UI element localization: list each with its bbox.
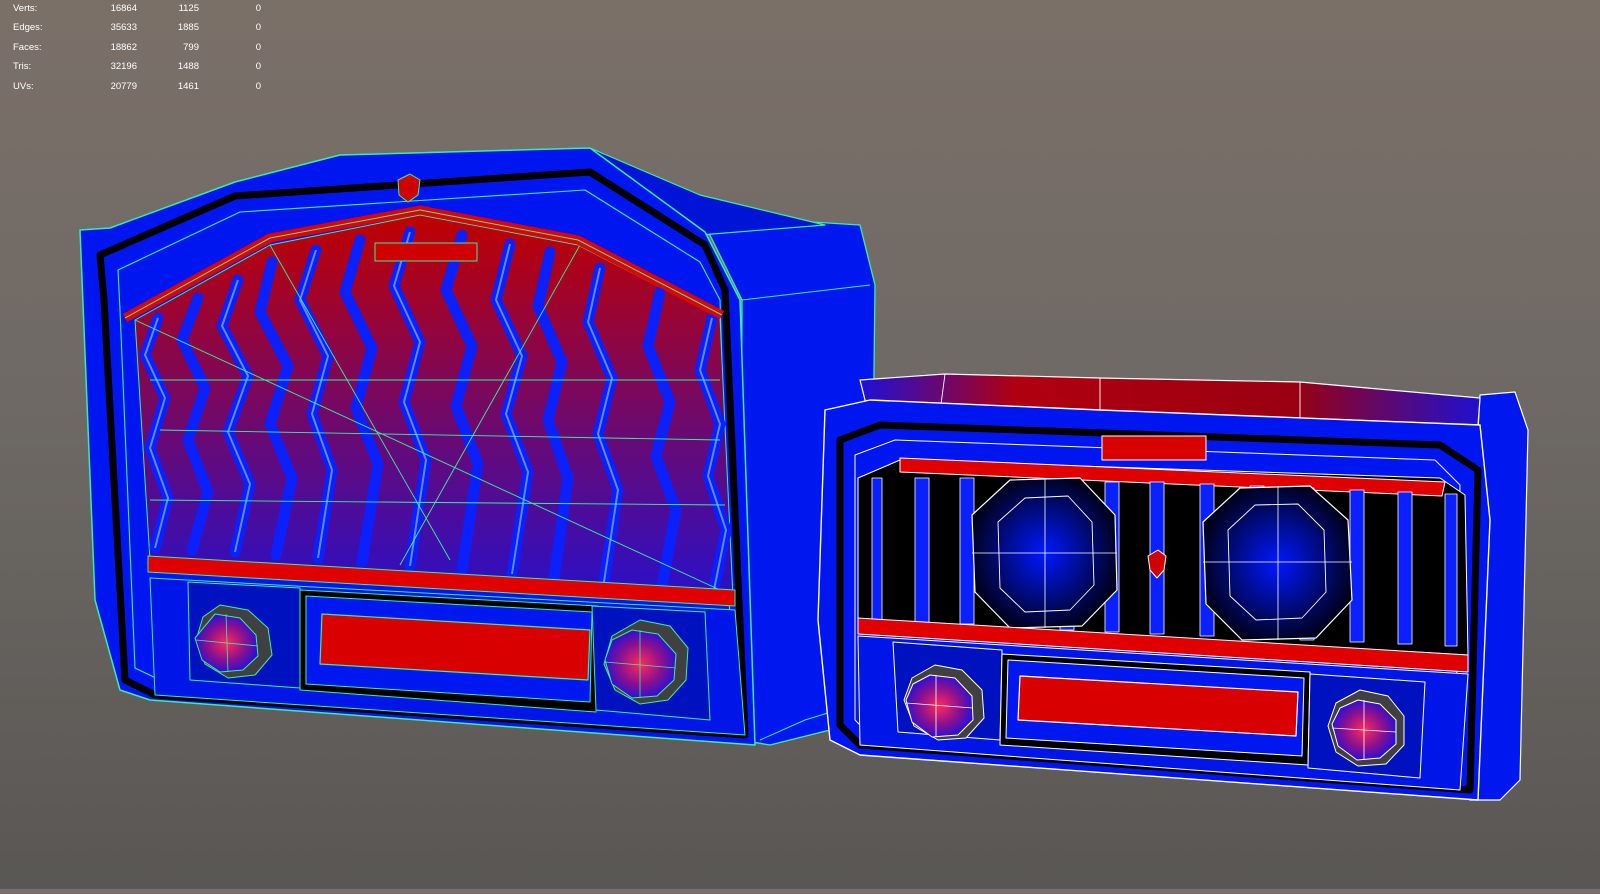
hud-scene-count: 18862 — [110, 41, 137, 53]
hud-selected-count: 1125 — [178, 3, 199, 14]
hud-label: Faces: — [13, 41, 42, 53]
hud-scene-count: 20779 — [110, 80, 137, 92]
hud-component-count: 0 — [255, 80, 261, 92]
hud-selected-count: 1461 — [177, 80, 199, 92]
3d-viewport[interactable] — [0, 0, 1600, 889]
hud-scene-count: 35633 — [110, 22, 137, 34]
hud-selected-count: 799 — [183, 41, 199, 53]
hud-component-count: 0 — [255, 22, 261, 34]
hud-component-count: 0 — [255, 3, 261, 14]
viewport-canvas[interactable] — [0, 0, 1600, 889]
hud-label: Edges: — [13, 22, 43, 34]
hud-scene-count: 32196 — [110, 61, 137, 73]
radio-small-model[interactable] — [817, 373, 1529, 801]
hud-scene-count: 16864 — [110, 3, 137, 14]
hud-selected-count: 1488 — [177, 61, 199, 73]
hud-selected-count: 1885 — [177, 22, 199, 34]
hud-component-count: 0 — [255, 61, 261, 73]
radio-large-model[interactable] — [79, 147, 876, 746]
hud-label: Verts: — [13, 3, 38, 14]
hud-component-count: 0 — [255, 41, 261, 53]
hud-label: Tris: — [13, 61, 32, 73]
hud-label: UVs: — [13, 80, 34, 92]
